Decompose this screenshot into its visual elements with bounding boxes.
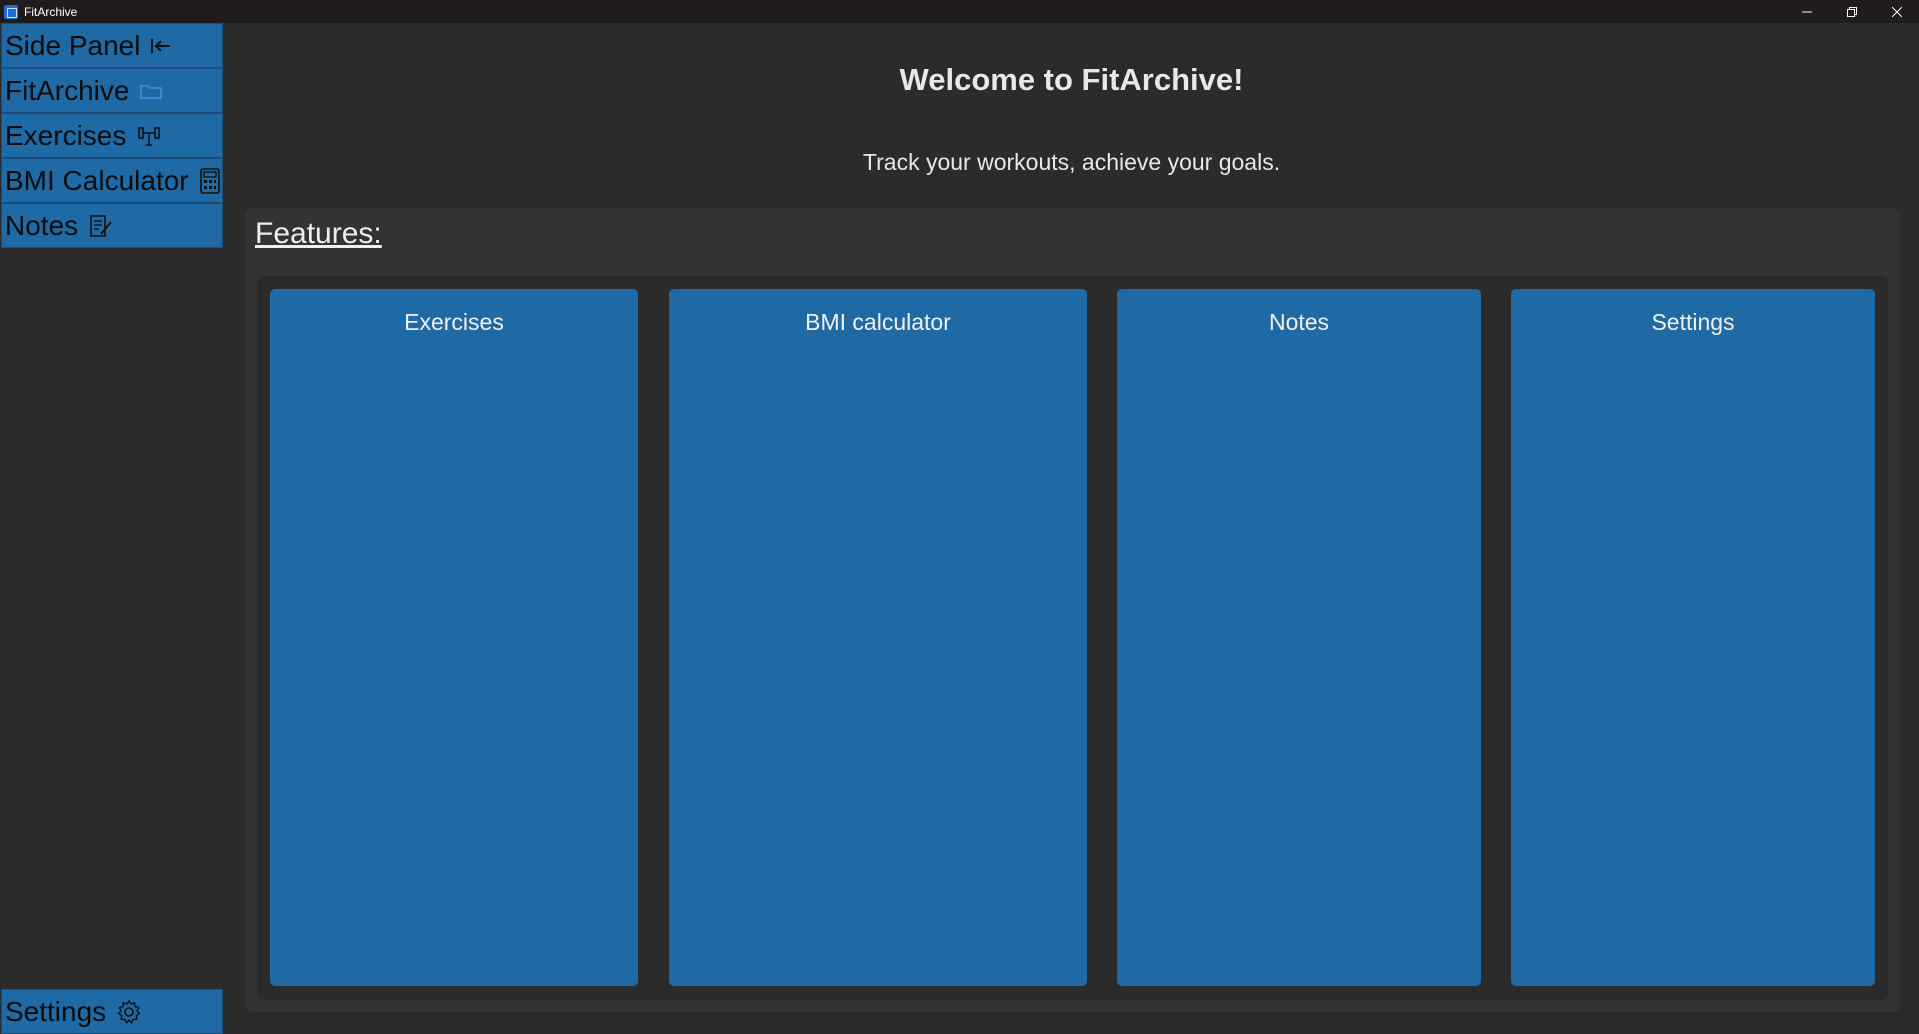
window-titlebar: FitArchive	[0, 0, 1919, 23]
gear-icon	[116, 999, 142, 1025]
sidebar-item-label: Settings	[5, 995, 107, 1027]
close-button[interactable]	[1874, 0, 1919, 23]
sidebar-item-exercises[interactable]: Exercises	[1, 113, 223, 158]
card-label: Exercises	[404, 309, 504, 335]
card-exercises[interactable]: Exercises	[270, 289, 638, 986]
card-label: Notes	[1268, 309, 1330, 335]
card-notes[interactable]: Notes	[1117, 289, 1481, 986]
dumbbell-icon	[136, 124, 162, 148]
features-cards-area: Exercises BMI calculator Notes Settings	[257, 276, 1888, 1000]
sidebar-item-bmi-calculator[interactable]: BMI Calculator	[1, 158, 223, 203]
window-controls	[1784, 0, 1919, 23]
sidebar-item-label: Side Panel	[5, 29, 141, 61]
features-panel: Features: Exercises BMI calculator Notes…	[245, 208, 1900, 1012]
folder-icon	[139, 82, 163, 100]
minimize-button[interactable]	[1784, 0, 1829, 23]
sidebar-item-settings[interactable]: Settings	[1, 989, 223, 1034]
sidebar-item-label: Notes	[5, 209, 79, 241]
app-icon	[4, 4, 18, 19]
notes-icon	[88, 213, 114, 239]
card-label: BMI calculator	[805, 309, 951, 335]
window-title: FitArchive	[24, 4, 78, 19]
page-title: Welcome to FitArchive!	[899, 62, 1244, 97]
collapse-left-icon	[150, 37, 172, 55]
sidebar-item-label: BMI Calculator	[5, 164, 189, 196]
sidebar-item-side-panel[interactable]: Side Panel	[1, 23, 223, 68]
minimize-icon	[1801, 11, 1812, 12]
features-heading: Features:	[255, 217, 382, 250]
card-settings[interactable]: Settings	[1511, 289, 1875, 986]
sidebar-item-label: Exercises	[5, 119, 127, 151]
sidebar-item-fitarchive[interactable]: FitArchive	[1, 68, 223, 113]
sidebar: Side Panel FitArchive Exercises BMI Calc…	[0, 23, 224, 1034]
restore-icon	[1846, 6, 1857, 17]
calculator-icon	[199, 167, 221, 194]
restore-button[interactable]	[1829, 0, 1874, 23]
sidebar-item-notes[interactable]: Notes	[1, 203, 223, 248]
page-tagline: Track your workouts, achieve your goals.	[862, 149, 1281, 175]
sidebar-item-label: FitArchive	[5, 74, 130, 106]
card-label: Settings	[1651, 309, 1735, 335]
card-bmi-calculator[interactable]: BMI calculator	[669, 289, 1087, 986]
close-icon	[1891, 6, 1902, 17]
